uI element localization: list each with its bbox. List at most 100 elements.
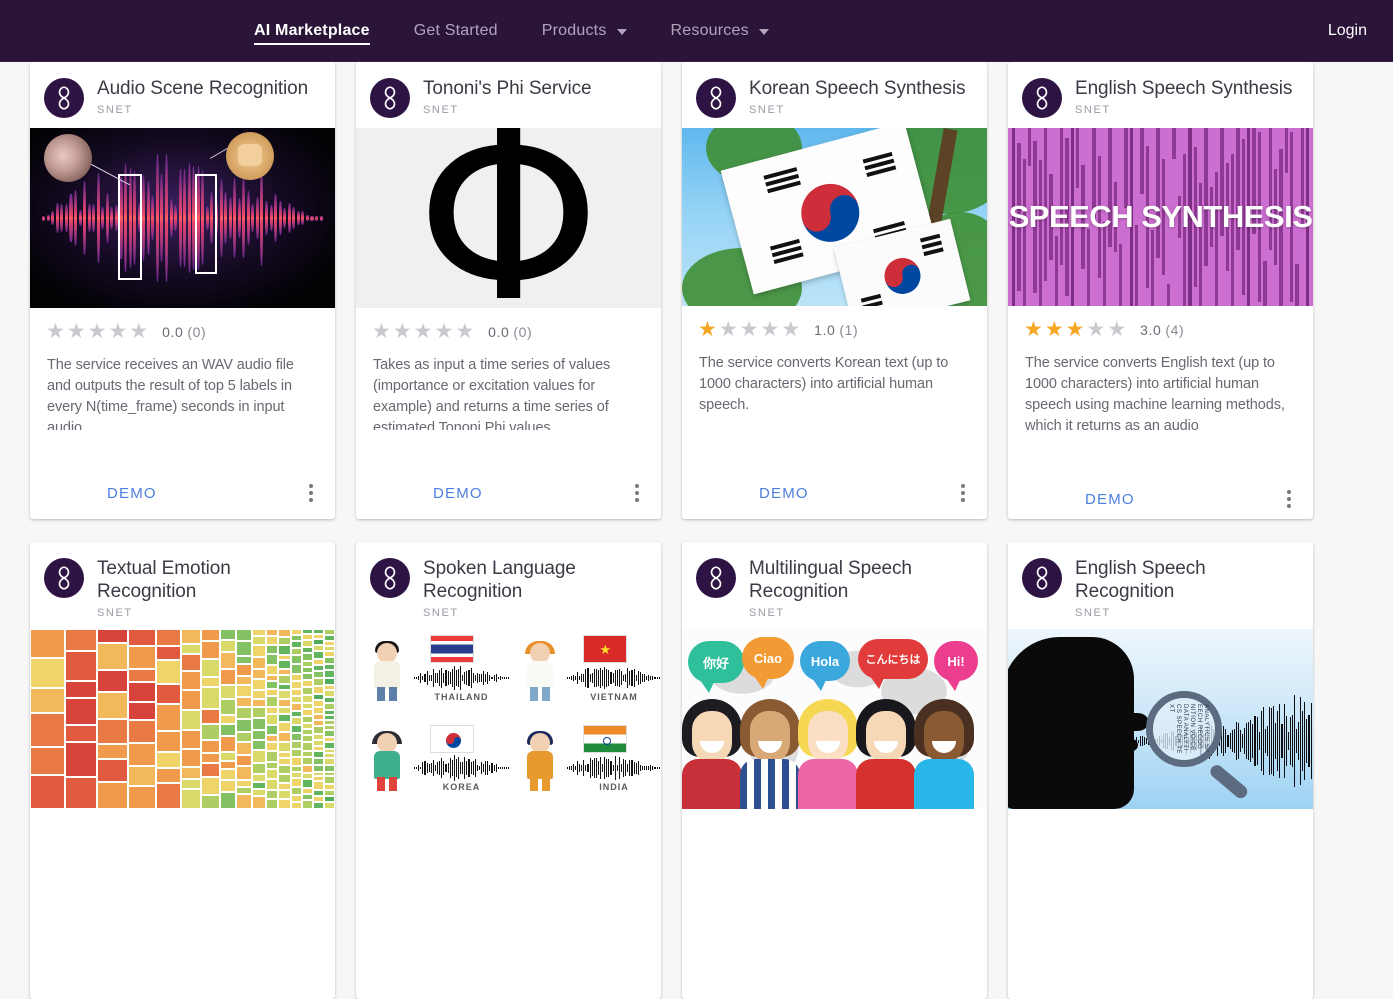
service-card[interactable]: Korean Speech Synthesis SNET ★ ★ ★ ★ ★ 1… <box>682 62 987 519</box>
star-filled-icon[interactable]: ★ <box>1045 319 1065 340</box>
star-empty-icon[interactable]: ★ <box>108 321 128 342</box>
star-empty-icon[interactable]: ★ <box>67 321 87 342</box>
treemap-cell <box>251 644 266 658</box>
star-filled-icon[interactable]: ★ <box>698 319 718 340</box>
treemap-column <box>313 629 324 809</box>
star-empty-icon[interactable]: ★ <box>1107 319 1127 340</box>
person-figure <box>682 699 744 809</box>
demo-button[interactable]: DEMO <box>759 485 809 502</box>
star-empty-icon[interactable]: ★ <box>434 321 454 342</box>
treemap-cell <box>236 664 252 677</box>
login-button[interactable]: Login <box>1328 0 1367 62</box>
treemap-cell <box>127 669 156 682</box>
demo-button[interactable]: DEMO <box>107 485 157 502</box>
service-card[interactable]: Tononi's Phi Service SNET Φ ★ ★ ★ ★ ★ 0.0 (0)… <box>356 62 661 519</box>
treemap-cell <box>155 629 181 647</box>
service-card[interactable]: Audio Scene Recognition SNET ★ ★ ★ ★ ★ 0.0 (0… <box>30 62 335 519</box>
star-empty-icon[interactable]: ★ <box>1086 319 1106 340</box>
treemap-cell <box>65 681 98 699</box>
treemap-cell <box>201 777 220 796</box>
star-empty-icon[interactable]: ★ <box>781 319 801 340</box>
card-header-text: Audio Scene Recognition SNET <box>97 76 308 116</box>
star-empty-icon[interactable]: ★ <box>129 321 149 342</box>
treemap-cell <box>180 766 202 779</box>
demo-button[interactable]: DEMO <box>1085 491 1135 508</box>
flag-thailand-icon <box>430 635 474 663</box>
star-empty-icon[interactable]: ★ <box>372 321 392 342</box>
treemap-cell <box>127 629 156 647</box>
rating-value: 0.0 (0) <box>162 324 206 340</box>
nav-item-products[interactable]: Products <box>520 0 649 62</box>
treemap-cell <box>201 739 220 753</box>
card-footer: DEMO <box>682 467 987 519</box>
star-empty-icon[interactable]: ★ <box>88 321 108 342</box>
star-filled-icon[interactable]: ★ <box>1024 319 1044 340</box>
star-empty-icon[interactable]: ★ <box>393 321 413 342</box>
service-card[interactable]: Multilingual Speech Recognition SNET 你好 … <box>682 542 987 999</box>
treemap-cell <box>323 789 335 797</box>
treemap-cell <box>201 658 220 677</box>
treemap-column <box>30 629 66 809</box>
treemap-cell <box>278 714 291 722</box>
treemap-cell <box>219 629 237 640</box>
treemap-cell <box>30 713 66 748</box>
nav-links: AI Marketplace Get Started Products Reso… <box>232 0 791 62</box>
card-org: SNET <box>1075 104 1111 116</box>
treemap-cell <box>251 657 266 669</box>
snet-logo-icon <box>1022 78 1062 118</box>
service-card[interactable]: Textual Emotion Recognition SNET <box>30 542 335 999</box>
treemap-cell <box>251 717 266 731</box>
card-org: SNET <box>423 607 459 619</box>
treemap-cell <box>290 757 303 767</box>
treemap-cell <box>236 718 252 732</box>
star-empty-icon[interactable]: ★ <box>760 319 780 340</box>
treemap-cell <box>323 776 335 784</box>
bubble-text: 你好 <box>702 655 729 671</box>
card-title: Korean Speech Synthesis <box>749 78 966 99</box>
nose-shape <box>1120 713 1148 731</box>
treemap-cell <box>251 668 266 679</box>
star-empty-icon[interactable]: ★ <box>414 321 434 342</box>
treemap-cell <box>30 657 66 689</box>
treemap-cell <box>290 786 303 796</box>
service-card[interactable]: English Speech Synthesis SNET SPEECH SYN… <box>1008 62 1313 519</box>
treemap-cell <box>302 695 314 704</box>
treemap-cell <box>236 697 252 707</box>
speech-bubble: 你好 <box>688 641 744 693</box>
treemap-cell <box>278 689 291 699</box>
media-banner-text: SPEECH SYNTHESIS <box>1008 199 1313 234</box>
treemap-cell <box>236 676 252 686</box>
service-card[interactable]: Spoken Language Recognition SNET THAILAN… <box>356 542 661 999</box>
selection-box <box>118 174 142 280</box>
more-options-icon[interactable] <box>635 484 639 502</box>
treemap-cell <box>290 655 303 665</box>
demo-button[interactable]: DEMO <box>433 485 483 502</box>
treemap-cell <box>201 676 220 688</box>
treemap-cell <box>201 752 220 764</box>
treemap-cell <box>302 779 314 788</box>
service-card[interactable]: English Speech Recognition SNET ANALYTIC… <box>1008 542 1313 999</box>
star-filled-icon[interactable]: ★ <box>1066 319 1086 340</box>
more-options-icon[interactable] <box>1287 490 1291 508</box>
rating-row: ★ ★ ★ ★ ★ 0.0 (0) <box>30 308 335 342</box>
nav-item-resources[interactable]: Resources <box>649 0 791 62</box>
more-options-icon[interactable] <box>309 484 313 502</box>
treemap-cell <box>155 752 181 769</box>
more-options-icon[interactable] <box>961 484 965 502</box>
nav-item-ai-marketplace[interactable]: AI Marketplace <box>232 0 392 62</box>
treemap-cell <box>236 706 252 719</box>
treemap-cell <box>251 740 266 751</box>
bubble-tail <box>700 680 715 693</box>
star-empty-icon[interactable]: ★ <box>740 319 760 340</box>
treemap-cell <box>302 756 314 766</box>
nav-item-get-started[interactable]: Get Started <box>392 0 520 62</box>
rating-number: 1.0 <box>814 321 836 338</box>
treemap-cell <box>302 735 314 743</box>
star-empty-icon[interactable]: ★ <box>455 321 475 342</box>
card-media-phi-glyph: Φ <box>356 128 661 308</box>
card-media-treemap <box>30 629 335 809</box>
star-empty-icon[interactable]: ★ <box>46 321 66 342</box>
nav-item-label: Products <box>541 22 607 39</box>
treemap-column <box>180 629 202 809</box>
star-empty-icon[interactable]: ★ <box>719 319 739 340</box>
